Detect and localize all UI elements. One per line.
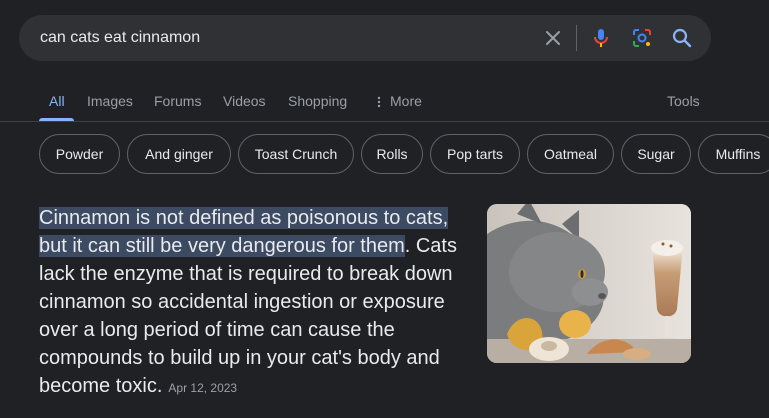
snippet-image[interactable] bbox=[487, 204, 691, 363]
microphone-icon[interactable] bbox=[589, 26, 613, 50]
snippet-date: Apr 12, 2023 bbox=[168, 381, 238, 395]
search-results-page: can cats eat cinnamon All Images Forums … bbox=[0, 0, 769, 418]
tabs-divider bbox=[0, 121, 769, 122]
chip-pop-tarts[interactable]: Pop tarts bbox=[430, 134, 520, 174]
chip-sugar[interactable]: Sugar bbox=[621, 134, 691, 174]
chip-muffins[interactable]: Muffins bbox=[698, 134, 769, 174]
tab-videos[interactable]: Videos bbox=[223, 93, 266, 109]
close-icon[interactable] bbox=[541, 26, 565, 50]
search-icon[interactable] bbox=[670, 26, 694, 50]
snippet-body: . Cats lack the enzyme that is required … bbox=[39, 235, 457, 397]
snippet-highlight: Cinnamon is not defined as poisonous to … bbox=[39, 207, 449, 257]
search-box[interactable]: can cats eat cinnamon bbox=[19, 15, 711, 61]
featured-snippet-text: Cinnamon is not defined as poisonous to … bbox=[39, 204, 461, 402]
chip-toast-crunch[interactable]: Toast Crunch bbox=[238, 134, 354, 174]
tab-more[interactable]: More bbox=[390, 93, 422, 109]
tab-all[interactable]: All bbox=[49, 93, 65, 109]
lens-icon[interactable] bbox=[630, 26, 654, 50]
search-input[interactable]: can cats eat cinnamon bbox=[40, 15, 200, 61]
chip-powder[interactable]: Powder bbox=[39, 134, 120, 174]
more-vert-icon[interactable] bbox=[376, 95, 382, 108]
search-divider bbox=[576, 25, 577, 51]
tab-forums[interactable]: Forums bbox=[154, 93, 201, 109]
tab-images[interactable]: Images bbox=[87, 93, 133, 109]
tab-shopping[interactable]: Shopping bbox=[288, 93, 347, 109]
chip-oatmeal[interactable]: Oatmeal bbox=[527, 134, 614, 174]
chip-and-ginger[interactable]: And ginger bbox=[127, 134, 231, 174]
chip-rolls[interactable]: Rolls bbox=[361, 134, 423, 174]
tools-button[interactable]: Tools bbox=[667, 93, 700, 109]
